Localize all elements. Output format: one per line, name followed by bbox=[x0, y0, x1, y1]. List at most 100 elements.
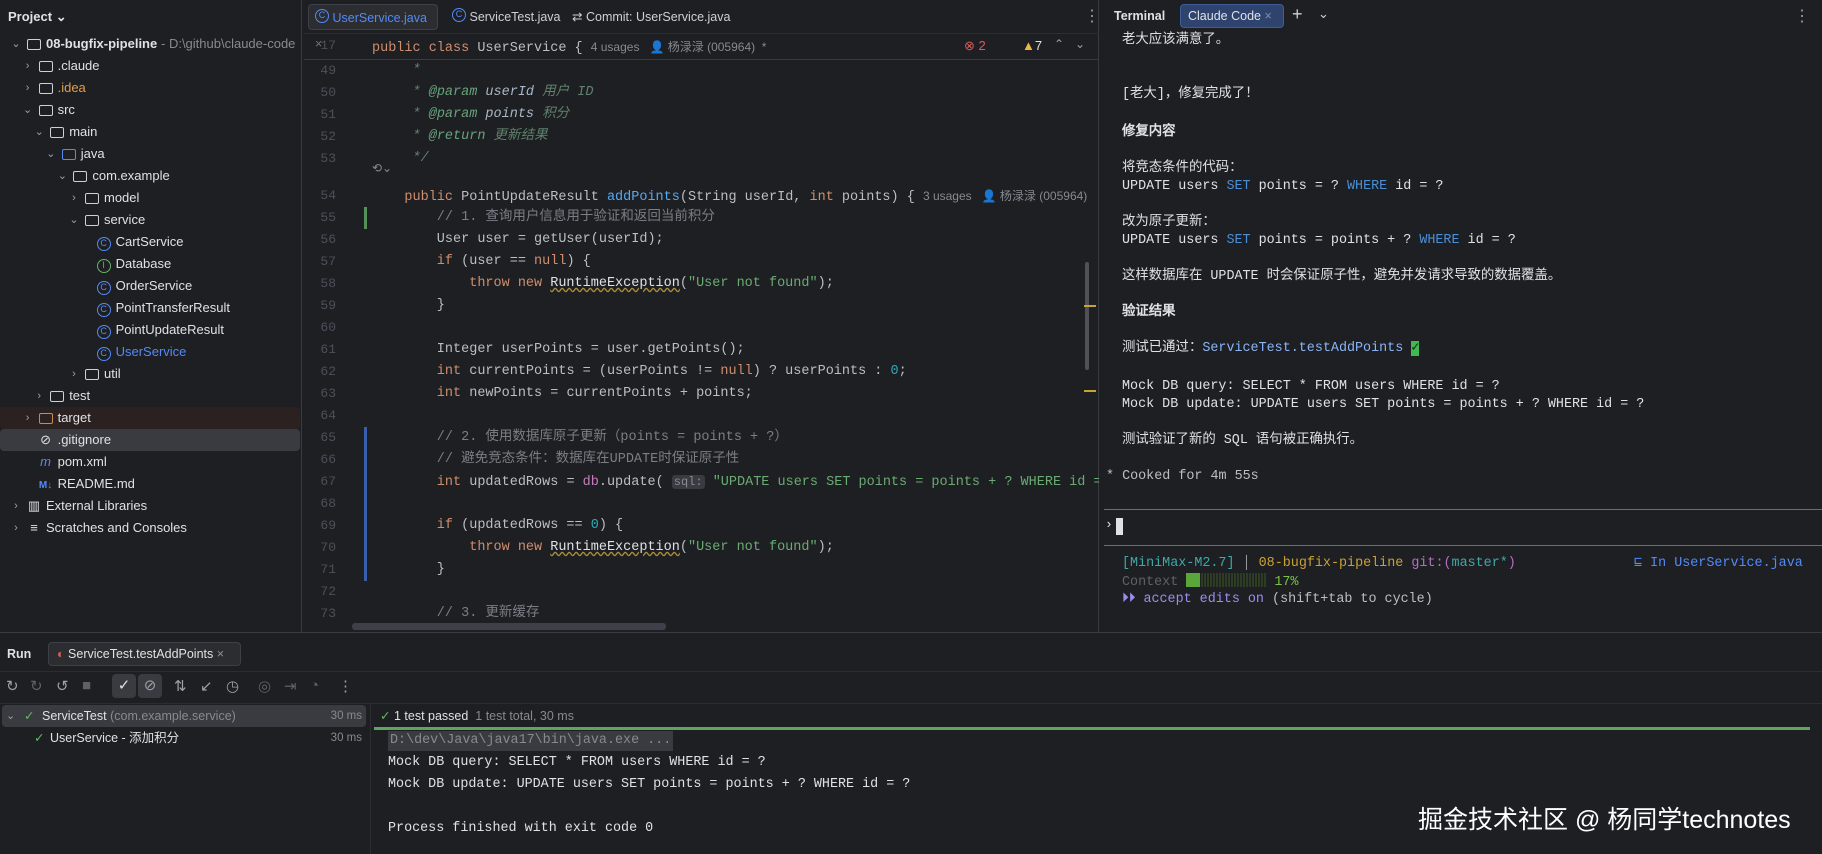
tab-run-config[interactable]: ◐ ServiceTest.testAddPoints × bbox=[48, 642, 241, 666]
code-line: * @return 更新结果 bbox=[372, 126, 548, 148]
chevron-right-icon[interactable]: › bbox=[22, 55, 34, 77]
tree-item[interactable]: › util bbox=[0, 363, 300, 385]
snapshot-icon[interactable]: ◎ bbox=[258, 677, 271, 695]
tree-item[interactable]: › .idea bbox=[0, 77, 300, 99]
tree-item[interactable]: ⌄ src bbox=[0, 99, 300, 121]
show-ignored-icon[interactable]: ⊘ bbox=[138, 674, 162, 698]
chevron-right-icon[interactable]: › bbox=[68, 363, 80, 385]
tree-item[interactable]: C CartService bbox=[0, 231, 300, 253]
check-icon: ✓ bbox=[1411, 341, 1420, 356]
show-passed-icon[interactable]: ✓ bbox=[112, 674, 136, 698]
chevron-down-icon[interactable]: ⌄ bbox=[68, 209, 80, 231]
tree-item[interactable]: › model bbox=[0, 187, 300, 209]
error-count[interactable]: ⊗ 2 bbox=[964, 38, 986, 54]
tree-item[interactable]: › target bbox=[0, 407, 300, 429]
tree-item-label: README.md bbox=[57, 476, 135, 491]
line-number: 56 bbox=[320, 232, 336, 247]
chevron-down-icon[interactable]: ⌄ bbox=[56, 165, 68, 187]
chevron-right-icon[interactable]: › bbox=[10, 517, 22, 539]
changed-line-marker[interactable] bbox=[364, 449, 367, 471]
changed-line-marker[interactable] bbox=[364, 493, 367, 515]
chevron-down-icon[interactable]: ⌄ bbox=[22, 99, 34, 121]
tree-item[interactable]: C OrderService bbox=[0, 275, 300, 297]
console-line: Process finished with exit code 0 bbox=[388, 821, 654, 836]
markdown-icon: M↓ bbox=[38, 480, 53, 491]
warning-count[interactable]: ▲7 bbox=[1022, 38, 1042, 53]
stop-icon[interactable]: ■ bbox=[82, 677, 91, 694]
rerun-failed-icon[interactable]: ↻ bbox=[30, 677, 43, 695]
more-icon[interactable]: ⋮ bbox=[1794, 6, 1810, 26]
tree-item[interactable]: m pom.xml bbox=[0, 451, 300, 473]
tree-item[interactable]: › test bbox=[0, 385, 300, 407]
console-command: D:\dev\Java\java17\bin\java.exe ... bbox=[388, 731, 674, 751]
tree-item-label: External Libraries bbox=[46, 498, 148, 513]
test-tree-row[interactable]: ✓ UserService - 添加积分 30 ms bbox=[0, 727, 366, 749]
chevron-down-icon[interactable]: ⌄ bbox=[33, 121, 45, 143]
tree-item[interactable]: I Database bbox=[0, 253, 300, 275]
tab-servicetest[interactable]: C ServiceTest.java bbox=[446, 4, 561, 30]
more-icon[interactable]: ⋮ bbox=[338, 677, 353, 695]
code-token: @param bbox=[428, 107, 478, 122]
changed-line-marker[interactable] bbox=[364, 427, 367, 449]
tab-userservice[interactable]: C UserService.java × bbox=[308, 4, 438, 51]
code-line: // 1. 查询用户信息用于验证和返回当前积分 bbox=[372, 207, 715, 229]
chevron-right-icon[interactable]: › bbox=[22, 407, 34, 429]
tree-item[interactable]: ⌄ 08-bugfix-pipeline - D:\github\claude-c… bbox=[0, 33, 300, 55]
tree-item[interactable]: C PointUpdateResult bbox=[0, 319, 300, 341]
tab-commit[interactable]: ⇄ Commit: UserService.java bbox=[566, 4, 730, 30]
close-icon[interactable]: × bbox=[217, 647, 224, 661]
chevron-right-icon[interactable]: › bbox=[22, 77, 34, 99]
coverage-icon[interactable]: ◔ bbox=[310, 677, 319, 694]
chevron-right-icon[interactable]: › bbox=[68, 187, 80, 209]
ai-gutter-icon[interactable]: ⟲⌄ bbox=[372, 161, 392, 175]
status-line: [MiniMax-M2.7] │ 08-bugfix-pipeline git:… bbox=[1122, 555, 1516, 573]
terminal-cursor[interactable] bbox=[1116, 518, 1123, 535]
changed-line-marker[interactable] bbox=[364, 471, 367, 493]
code-area[interactable]: 49 * 50 * @param userId 用户 ID 51 * @param … bbox=[304, 60, 1099, 630]
chevron-right-icon[interactable]: › bbox=[33, 385, 45, 407]
history-icon[interactable]: ◷ bbox=[226, 677, 239, 695]
tree-item[interactable]: ⌄ service bbox=[0, 209, 300, 231]
collapse-icon[interactable]: ↙ bbox=[200, 677, 213, 695]
toggle-auto-test-icon[interactable]: ↺ bbox=[56, 677, 69, 695]
rerun-icon[interactable]: ↻ bbox=[6, 677, 19, 695]
code-token: 0 bbox=[590, 518, 599, 533]
tree-item[interactable]: › ▥ External Libraries bbox=[0, 495, 300, 517]
test-tree-row[interactable]: ⌄ ✓ ServiceTest (com.example.service) 30 ms bbox=[0, 705, 366, 727]
prev-highlight-icon[interactable]: ⌃ bbox=[1054, 37, 1064, 51]
next-highlight-icon[interactable]: ⌄ bbox=[1075, 37, 1085, 51]
more-icon[interactable]: ⋮ bbox=[1084, 6, 1100, 26]
chevron-down-icon[interactable]: ⌄ bbox=[1318, 6, 1329, 22]
sort-icon[interactable]: ⇅ bbox=[174, 677, 187, 695]
tree-item[interactable]: C PointTransferResult bbox=[0, 297, 300, 319]
mode-label: accept edits on bbox=[1143, 592, 1264, 607]
tree-item[interactable]: › .claude bbox=[0, 55, 300, 77]
code-token: ( bbox=[679, 276, 688, 291]
tree-item-label: java bbox=[80, 146, 105, 161]
chevron-down-icon[interactable]: ⌄ bbox=[10, 33, 22, 55]
tree-item[interactable]: ⌄ com.example bbox=[0, 165, 300, 187]
changed-line-marker[interactable] bbox=[364, 559, 367, 581]
close-icon[interactable]: × bbox=[1264, 9, 1271, 23]
chevron-down-icon[interactable]: ⌄ bbox=[6, 705, 15, 727]
changed-line-marker[interactable] bbox=[364, 515, 367, 537]
check-icon: ✓ bbox=[24, 709, 35, 723]
import-icon[interactable]: ⇥ bbox=[284, 677, 297, 695]
vertical-scrollbar[interactable] bbox=[1085, 262, 1089, 370]
tree-item[interactable]: C UserService bbox=[0, 341, 300, 363]
folder-blue-icon bbox=[61, 143, 77, 167]
tree-item[interactable]: M↓ README.md bbox=[0, 473, 300, 495]
line-number: 62 bbox=[320, 364, 336, 379]
tree-item[interactable]: ⌄ java bbox=[0, 143, 300, 165]
tree-item[interactable]: ⊘ .gitignore bbox=[0, 429, 300, 451]
changed-line-marker[interactable] bbox=[364, 537, 367, 559]
tab-claude-code[interactable]: Claude Code × bbox=[1180, 4, 1284, 28]
chevron-down-icon[interactable]: ⌄ bbox=[45, 143, 57, 165]
tree-item[interactable]: › ≡ Scratches and Consoles bbox=[0, 517, 300, 539]
added-line-marker[interactable] bbox=[364, 207, 367, 229]
project-header[interactable]: Project ⌄ bbox=[8, 9, 67, 25]
chevron-right-icon[interactable]: › bbox=[10, 495, 22, 517]
tree-item[interactable]: ⌄ main bbox=[0, 121, 300, 143]
horizontal-scrollbar[interactable] bbox=[352, 623, 666, 630]
new-tab-icon[interactable]: + bbox=[1292, 4, 1303, 25]
